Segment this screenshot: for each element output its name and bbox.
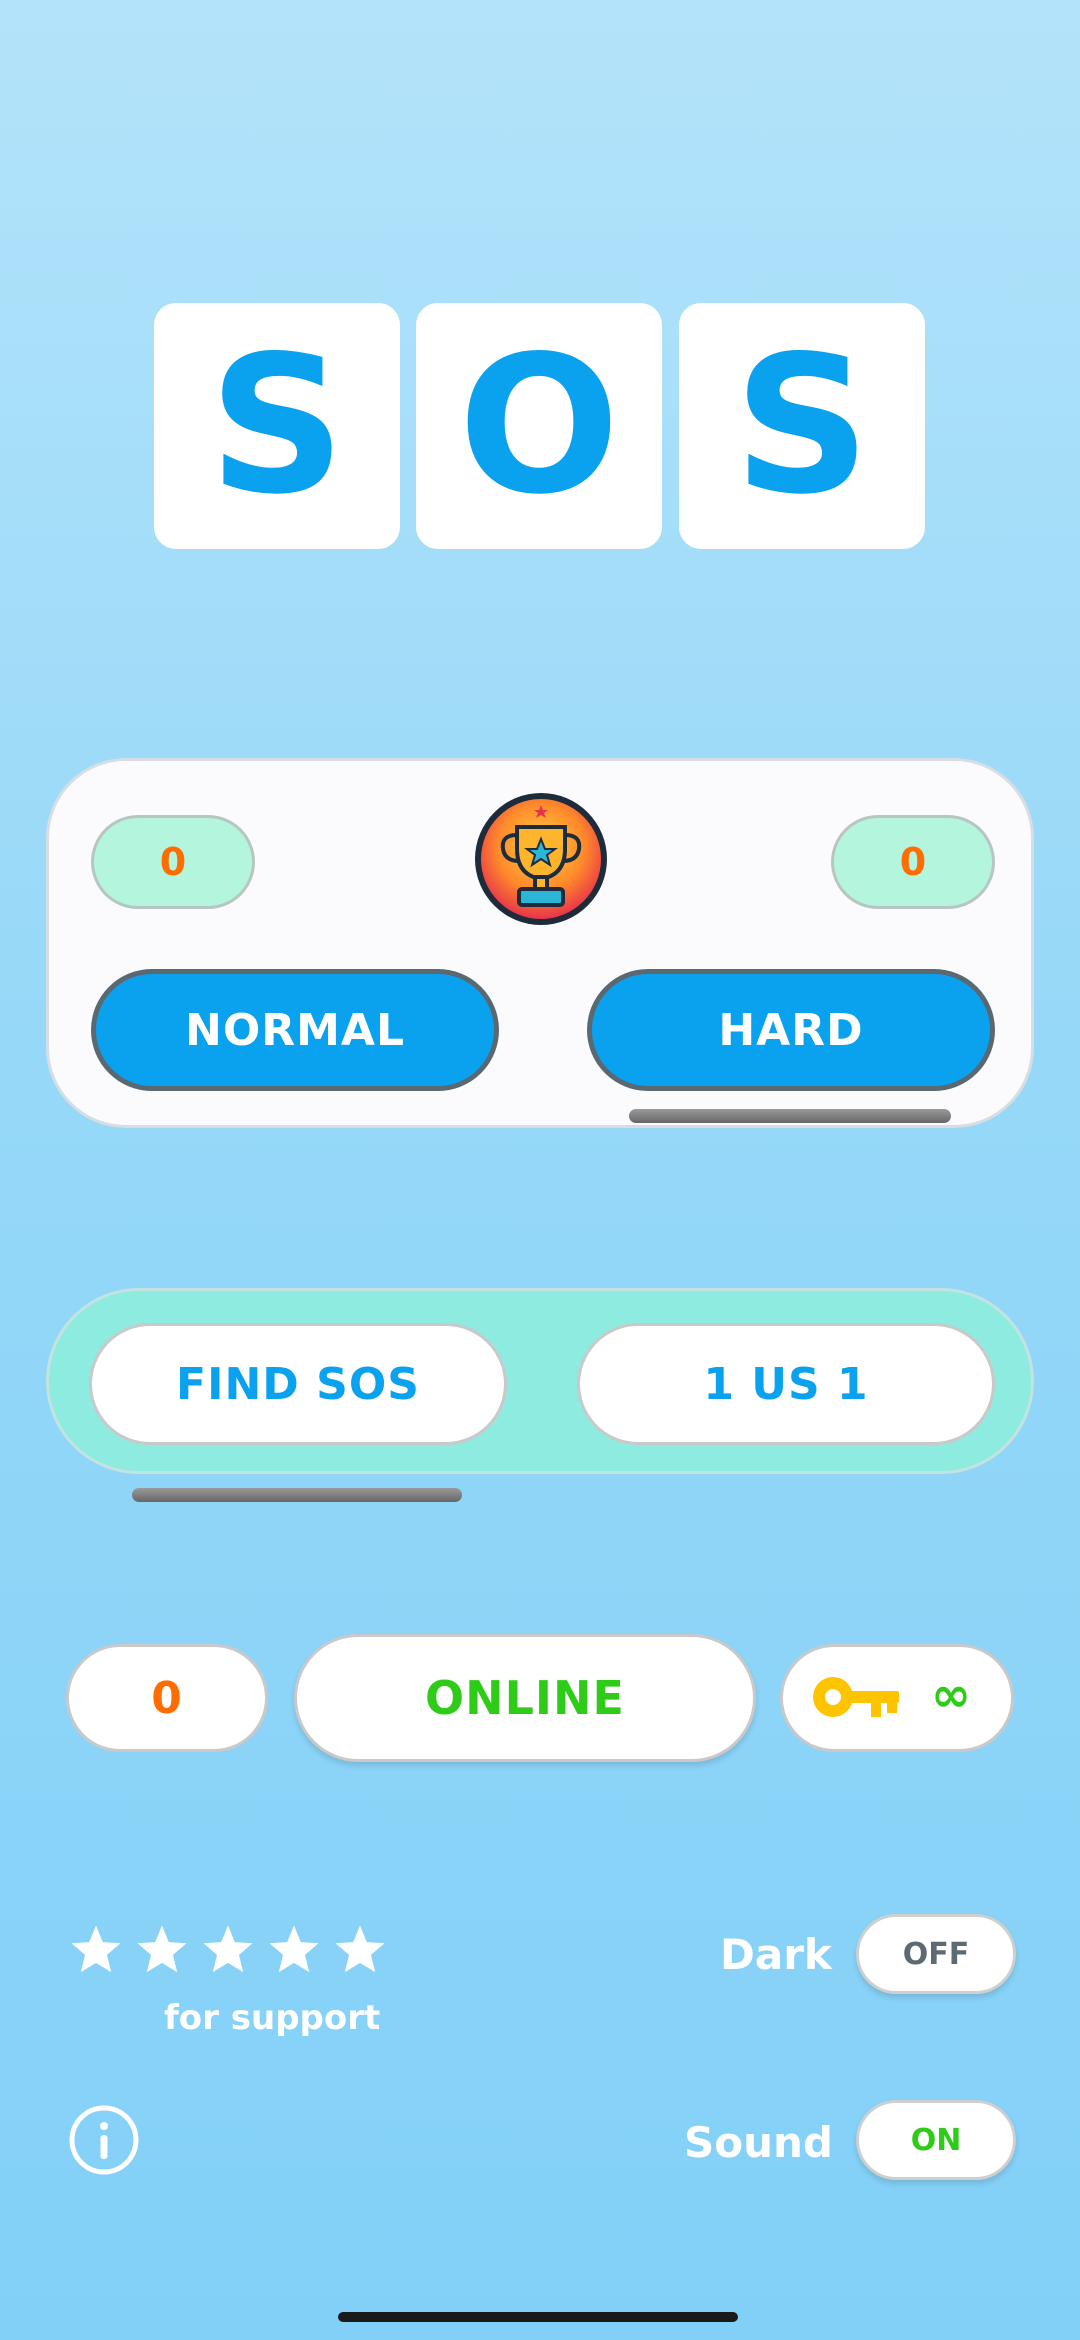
score-card: 0 0 NORMAL HARD: [46, 758, 1034, 1128]
title-letter: S: [208, 315, 346, 536]
coin-count: 0: [151, 1672, 183, 1724]
sound-label: Sound: [684, 2118, 833, 2167]
title-letter: O: [458, 315, 620, 536]
dark-mode-toggle[interactable]: OFF: [856, 1914, 1016, 1994]
sound-value: ON: [910, 2122, 962, 2158]
star-icon[interactable]: [266, 1922, 322, 1978]
normal-mode-label: NORMAL: [185, 1004, 405, 1056]
star-icon[interactable]: [134, 1922, 190, 1978]
keys-count: ∞: [931, 1667, 972, 1723]
selected-game-type-indicator: [132, 1488, 462, 1502]
coin-count-pill: 0: [66, 1644, 268, 1752]
home-indicator[interactable]: [338, 2312, 738, 2322]
selected-mode-indicator: [629, 1109, 951, 1123]
right-score-badge: 0: [831, 815, 995, 909]
star-icon[interactable]: [332, 1922, 388, 1978]
dark-mode-label: Dark: [720, 1930, 832, 1979]
online-button[interactable]: ONLINE: [294, 1634, 756, 1762]
one-vs-one-button[interactable]: 1 US 1: [577, 1323, 995, 1445]
title-tile-s1: S: [154, 303, 400, 549]
one-vs-one-label: 1 US 1: [703, 1358, 869, 1410]
keys-pill[interactable]: ∞: [780, 1644, 1014, 1752]
star-icon[interactable]: [200, 1922, 256, 1978]
support-label: for support: [164, 1998, 381, 2038]
find-sos-label: FIND SOS: [176, 1358, 420, 1410]
game-type-panel: FIND SOS 1 US 1: [46, 1288, 1034, 1474]
key-icon: [809, 1673, 903, 1725]
hard-mode-label: HARD: [718, 1004, 864, 1056]
left-score: 0: [159, 840, 187, 884]
title-tile-s2: S: [679, 303, 925, 549]
title-letter: S: [733, 315, 871, 536]
title-tile-o: O: [416, 303, 662, 549]
left-score-badge: 0: [91, 815, 255, 909]
normal-mode-button[interactable]: NORMAL: [91, 969, 499, 1091]
info-icon[interactable]: [68, 2104, 140, 2176]
hard-mode-button[interactable]: HARD: [587, 969, 995, 1091]
online-label: ONLINE: [425, 1671, 625, 1725]
dark-mode-value: OFF: [902, 1936, 970, 1972]
star-icon[interactable]: [68, 1922, 124, 1978]
trophy-icon[interactable]: [471, 789, 611, 929]
sound-toggle[interactable]: ON: [856, 2100, 1016, 2180]
find-sos-button[interactable]: FIND SOS: [89, 1323, 507, 1445]
right-score: 0: [899, 840, 927, 884]
